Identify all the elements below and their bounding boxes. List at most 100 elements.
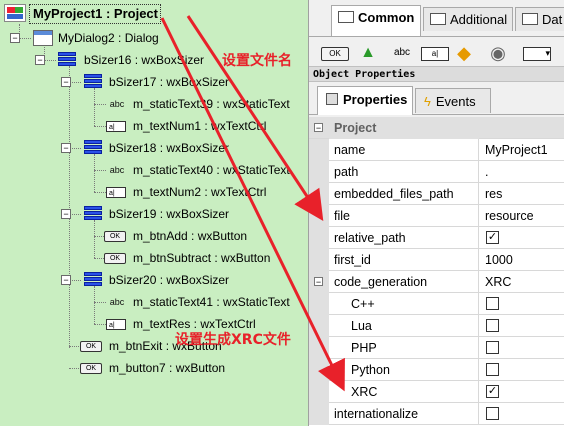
- property-value[interactable]: .: [479, 161, 564, 183]
- checked-checkbox[interactable]: ✓: [486, 231, 499, 244]
- tree-connector-line: [94, 192, 106, 193]
- property-name: embedded_files_path: [329, 183, 479, 205]
- data-tab-icon: [522, 13, 538, 25]
- tree-connector-line: [94, 258, 104, 259]
- tree-root-label[interactable]: MyProject1 : Project: [33, 4, 158, 24]
- tree-node-label[interactable]: m_staticText40 : wxStaticText: [133, 160, 290, 180]
- unchecked-checkbox[interactable]: [486, 341, 499, 354]
- property-value[interactable]: resource: [479, 205, 564, 227]
- tree-node-label[interactable]: MyDialog2 : Dialog: [58, 28, 159, 48]
- property-row[interactable]: embedded_files_path res: [309, 183, 564, 205]
- unchecked-checkbox[interactable]: [486, 363, 499, 376]
- textctrl-tool-icon[interactable]: a|: [421, 47, 449, 61]
- property-row[interactable]: name MyProject1: [309, 139, 564, 161]
- property-row[interactable]: internationalize: [309, 403, 564, 425]
- button-icon: OK: [104, 253, 126, 264]
- property-collapse-icon[interactable]: −: [314, 277, 323, 287]
- object-properties-header: Object Properties: [309, 66, 564, 82]
- tree-node-label[interactable]: bSizer16 : wxBoxSizer: [84, 50, 204, 70]
- property-value[interactable]: MyProject1: [479, 139, 564, 161]
- textctrl-icon: a|: [106, 187, 126, 198]
- annotation-set-filename: 设置文件名: [222, 53, 292, 69]
- property-margin: [309, 183, 329, 205]
- boxsizer-icon: [84, 272, 102, 288]
- property-name: Python: [329, 359, 479, 381]
- tree-connector-line: [19, 38, 31, 39]
- property-value[interactable]: [479, 403, 564, 425]
- tree-node-label[interactable]: m_staticText39 : wxStaticText: [133, 94, 290, 114]
- combobox-tool-icon[interactable]: ▾: [523, 47, 551, 61]
- property-value[interactable]: res: [479, 183, 564, 205]
- property-value[interactable]: [479, 315, 564, 337]
- tree-node-label[interactable]: m_textNum1 : wxTextCtrl: [133, 116, 266, 136]
- tab-properties[interactable]: Properties: [317, 86, 413, 115]
- property-value[interactable]: 1000: [479, 249, 564, 271]
- tree-node-label[interactable]: m_button7 : wxButton: [109, 358, 225, 378]
- tree-node-label[interactable]: bSizer19 : wxBoxSizer: [109, 204, 229, 224]
- tree-collapse-icon[interactable]: −: [61, 209, 71, 219]
- tab-additional[interactable]: Additional: [423, 7, 513, 31]
- wxfb-project-icon: [4, 4, 26, 22]
- tab-events[interactable]: ϟ Events: [415, 88, 491, 113]
- tree-node-label[interactable]: m_textNum2 : wxTextCtrl: [133, 182, 266, 202]
- property-tabs: Properties ϟ Events: [309, 84, 564, 115]
- tree-connector-line: [69, 66, 70, 348]
- tab-common[interactable]: Common: [331, 5, 421, 36]
- property-value[interactable]: [479, 337, 564, 359]
- property-category-project[interactable]: − Project: [309, 117, 564, 139]
- tree-connector-line: [94, 104, 106, 105]
- property-row[interactable]: XRC ✓: [309, 381, 564, 403]
- tree-node-label[interactable]: m_staticText41 : wxStaticText: [133, 292, 290, 312]
- tree-node-label[interactable]: bSizer20 : wxBoxSizer: [109, 270, 229, 290]
- property-value[interactable]: ✓: [479, 381, 564, 403]
- property-row[interactable]: Python: [309, 359, 564, 381]
- common-tab-icon: [338, 11, 354, 23]
- bitmap-tool-icon[interactable]: ▲: [355, 42, 381, 64]
- tree-collapse-icon[interactable]: −: [35, 55, 45, 65]
- tree-connector-line: [94, 170, 106, 171]
- property-row[interactable]: − code_generation XRC: [309, 271, 564, 293]
- property-row[interactable]: C++: [309, 293, 564, 315]
- button-icon: OK: [80, 363, 102, 374]
- tree-connector-line: [69, 368, 79, 369]
- unchecked-checkbox[interactable]: [486, 319, 499, 332]
- property-row[interactable]: PHP: [309, 337, 564, 359]
- shapes-tool-icon[interactable]: ◆: [451, 42, 477, 64]
- property-margin: [309, 249, 329, 271]
- property-margin: [309, 293, 329, 315]
- property-value[interactable]: ✓: [479, 227, 564, 249]
- property-value[interactable]: [479, 359, 564, 381]
- tree-collapse-icon[interactable]: −: [10, 33, 20, 43]
- tree-node-label[interactable]: bSizer18 : wxBoxSizer: [109, 138, 229, 158]
- animation-tool-icon[interactable]: ◉: [485, 42, 511, 64]
- property-row[interactable]: first_id 1000: [309, 249, 564, 271]
- tree-connector-line: [94, 236, 104, 237]
- textctrl-icon: a|: [106, 319, 126, 330]
- tree-node-label[interactable]: bSizer17 : wxBoxSizer: [109, 72, 229, 92]
- property-name: relative_path: [329, 227, 479, 249]
- statictext-tool-icon[interactable]: abc: [389, 42, 415, 64]
- property-row[interactable]: file resource: [309, 205, 564, 227]
- checked-checkbox[interactable]: ✓: [486, 385, 499, 398]
- tab-data[interactable]: Dat: [515, 7, 564, 31]
- property-margin: [309, 139, 329, 161]
- tree-collapse-icon[interactable]: −: [61, 275, 71, 285]
- property-value[interactable]: [479, 293, 564, 315]
- property-margin: [309, 227, 329, 249]
- button-tool-icon[interactable]: OK: [321, 47, 349, 61]
- additional-tab-icon: [430, 13, 446, 25]
- category-collapse-icon[interactable]: −: [314, 123, 323, 133]
- property-value[interactable]: XRC: [479, 271, 564, 293]
- tree-node-label[interactable]: m_btnAdd : wxButton: [133, 226, 247, 246]
- property-row[interactable]: Lua: [309, 315, 564, 337]
- statictext-icon: abc: [109, 99, 125, 109]
- unchecked-checkbox[interactable]: [486, 407, 499, 420]
- property-row[interactable]: relative_path ✓: [309, 227, 564, 249]
- unchecked-checkbox[interactable]: [486, 297, 499, 310]
- tree-connector-line: [94, 154, 95, 192]
- tree-collapse-icon[interactable]: −: [61, 143, 71, 153]
- tree-collapse-icon[interactable]: −: [61, 77, 71, 87]
- property-row[interactable]: path.: [309, 161, 564, 183]
- property-name: PHP: [329, 337, 479, 359]
- tree-node-label[interactable]: m_btnSubtract : wxButton: [133, 248, 270, 268]
